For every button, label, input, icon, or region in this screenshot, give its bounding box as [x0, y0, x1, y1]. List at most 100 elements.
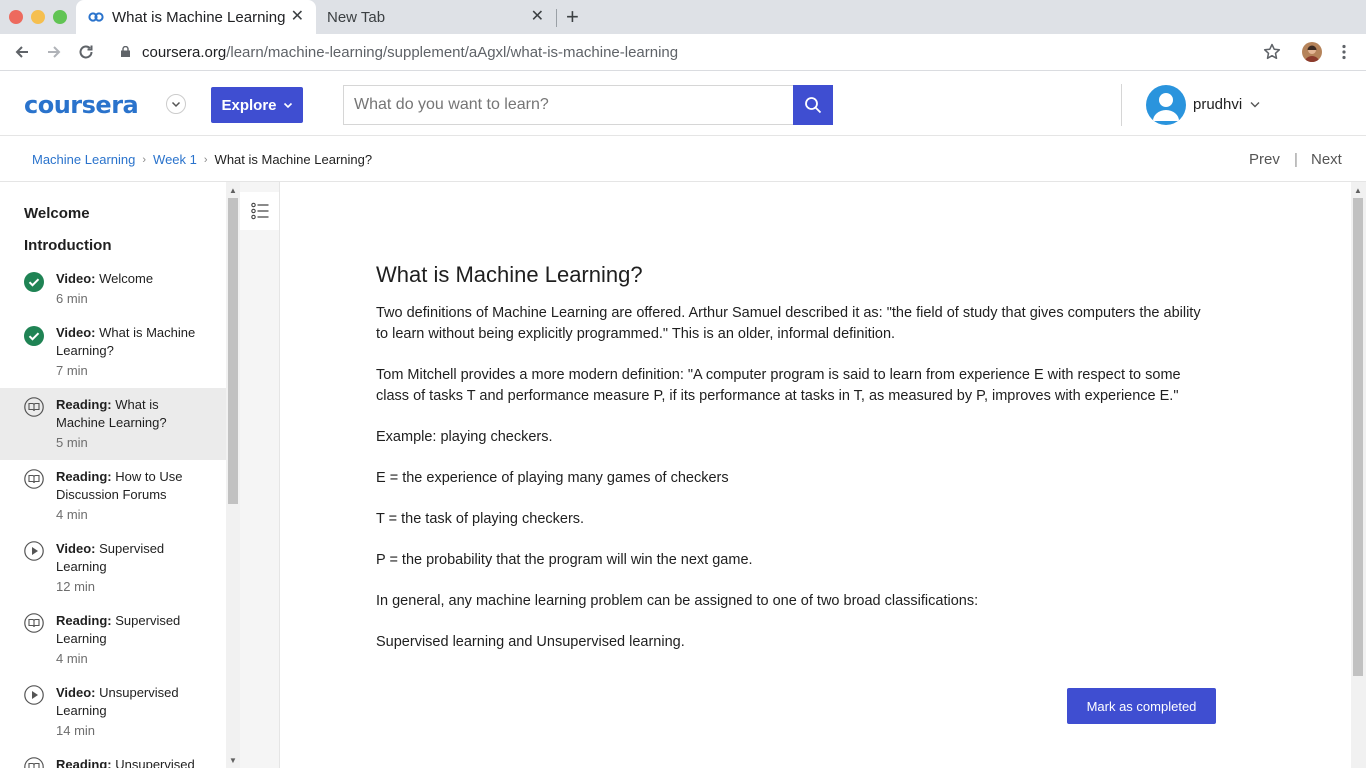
browser-toolbar: coursera.org/learn/machine-learning/supp…	[0, 34, 1366, 71]
lesson-duration: 4 min	[56, 651, 88, 666]
tab-divider	[556, 9, 557, 27]
tab-coursera[interactable]: What is Machine Learning ✕	[76, 0, 316, 34]
book-icon	[24, 613, 44, 633]
tab-new-tab[interactable]: New Tab ✕	[316, 0, 556, 34]
reading-paragraph: T = the task of playing checkers.	[376, 511, 585, 527]
check-circle-icon	[24, 272, 44, 292]
scroll-up-arrow-icon[interactable]: ▲	[229, 186, 237, 195]
tab-title: What is Machine Learning	[112, 8, 286, 26]
list-icon	[250, 202, 268, 220]
close-window-button[interactable]	[9, 10, 23, 24]
user-avatar[interactable]	[1146, 85, 1186, 125]
sidebar-item-video-supervised-learning[interactable]: Video: Supervised Learning 12 min	[0, 532, 226, 604]
lesson-type: Video:	[56, 541, 96, 556]
section-title-welcome[interactable]: Welcome	[24, 205, 90, 222]
url-path: /learn/machine-learning/supplement/aAgxl…	[226, 44, 679, 61]
lesson-type: Reading:	[56, 757, 112, 768]
sidebar-item-video-unsupervised-learning[interactable]: Video: Unsupervised Learning 14 min	[0, 676, 226, 748]
reading-paragraph: Two definitions of Machine Learning are …	[376, 305, 1201, 342]
lesson-type: Reading:	[56, 613, 112, 628]
outline-rail	[240, 182, 280, 768]
sidebar-item-reading-discussion-forums[interactable]: Reading: How to Use Discussion Forums 4 m…	[0, 460, 226, 532]
back-arrow-icon[interactable]	[12, 42, 32, 62]
new-tab-icon[interactable]: +	[566, 6, 579, 28]
book-icon	[24, 397, 44, 417]
coursera-logo[interactable]: coursera	[24, 91, 139, 119]
tab-title: New Tab	[327, 8, 386, 26]
browser-tab-bar: What is Machine Learning ✕ New Tab ✕ +	[0, 0, 1366, 34]
username[interactable]: prudhvi	[1193, 96, 1242, 113]
lesson-duration: 14 min	[56, 723, 96, 738]
lesson-type: Reading:	[56, 469, 112, 484]
scroll-up-arrow-icon[interactable]: ▲	[1354, 186, 1362, 195]
chevron-right-icon: ›	[203, 153, 208, 166]
forward-arrow-icon[interactable]	[44, 42, 64, 62]
lesson-title: Unsupervised	[115, 757, 195, 768]
lesson-text: Video: What is Machine Learning? 7 min	[56, 324, 206, 380]
main-scrollbar[interactable]: ▲	[1351, 182, 1366, 768]
lesson-text: Video: Welcome 6 min	[56, 270, 206, 308]
search-button[interactable]	[793, 85, 833, 125]
lesson-duration: 5 min	[56, 435, 88, 450]
breadcrumb-bar: Machine Learning › Week 1 › What is Mach…	[0, 137, 1366, 182]
lesson-text: Reading: Unsupervised	[56, 756, 206, 768]
reload-icon[interactable]	[76, 42, 96, 62]
close-tab-icon[interactable]: ✕	[291, 9, 304, 25]
book-icon	[24, 757, 44, 768]
chevron-down-icon	[171, 101, 181, 108]
lesson-type: Video:	[56, 685, 96, 700]
reading-paragraph: E = the experience of playing many games…	[376, 470, 729, 486]
section-title-introduction[interactable]: Introduction	[24, 237, 111, 254]
course-sidebar: Welcome Introduction Video: Welcome 6 min…	[0, 182, 226, 768]
bookmark-star-icon[interactable]	[1262, 42, 1282, 62]
book-icon	[24, 469, 44, 489]
sidebar-item-video-what-is-ml[interactable]: Video: What is Machine Learning? 7 min	[0, 316, 226, 386]
lesson-text: Reading: Supervised Learning 4 min	[56, 612, 206, 668]
scroll-down-arrow-icon[interactable]: ▼	[229, 756, 237, 765]
minimize-window-button[interactable]	[31, 10, 45, 24]
play-circle-icon	[24, 685, 44, 705]
check-circle-icon	[24, 326, 44, 346]
lesson-type: Video:	[56, 271, 96, 286]
lesson-type: Video:	[56, 325, 96, 340]
breadcrumb-course[interactable]: Machine Learning	[32, 152, 135, 167]
sidebar-scrollbar[interactable]: ▲ ▼	[226, 182, 240, 768]
lesson-text: Video: Unsupervised Learning 14 min	[56, 684, 206, 740]
sidebar-item-video-welcome[interactable]: Video: Welcome 6 min	[0, 262, 226, 314]
reading-paragraph: Tom Mitchell provides a more modern defi…	[376, 367, 1181, 404]
url-text: coursera.org/learn/machine-learning/supp…	[142, 44, 678, 61]
explore-button[interactable]: Explore	[211, 87, 303, 123]
logo-dropdown-button[interactable]	[166, 94, 186, 114]
coursera-favicon-icon	[88, 12, 104, 22]
lesson-duration: 6 min	[56, 291, 88, 306]
play-circle-icon	[24, 541, 44, 561]
header-divider	[1121, 84, 1122, 126]
prev-link[interactable]: Prev	[1249, 151, 1280, 168]
close-tab-icon[interactable]: ✕	[531, 9, 544, 25]
sidebar-scroll-thumb[interactable]	[228, 198, 238, 504]
chevron-down-icon[interactable]	[1250, 101, 1260, 108]
main-scroll-thumb[interactable]	[1353, 198, 1363, 676]
maximize-window-button[interactable]	[53, 10, 67, 24]
lesson-text: Reading: How to Use Discussion Forums 4 m…	[56, 468, 206, 524]
mark-as-completed-button[interactable]: Mark as completed	[1067, 688, 1216, 724]
profile-avatar[interactable]	[1302, 42, 1322, 62]
sidebar-item-reading-supervised-learning[interactable]: Reading: Supervised Learning 4 min	[0, 604, 226, 676]
sidebar-item-reading-what-is-ml[interactable]: Reading: What is Machine Learning? 5 min	[0, 388, 226, 460]
reading-paragraph: In general, any machine learning problem…	[376, 593, 979, 609]
next-link[interactable]: Next	[1311, 151, 1342, 168]
lock-icon	[121, 46, 130, 57]
sidebar-item-reading-unsupervised[interactable]: Reading: Unsupervised	[0, 748, 226, 768]
reading-title: What is Machine Learning?	[376, 262, 643, 287]
chevron-down-icon	[283, 102, 292, 108]
outline-toggle-button[interactable]	[240, 192, 279, 230]
browser-menu-icon[interactable]	[1334, 42, 1354, 62]
address-bar[interactable]: coursera.org/learn/machine-learning/supp…	[112, 38, 1352, 67]
lesson-duration: 7 min	[56, 363, 88, 378]
search-input[interactable]	[343, 85, 793, 125]
user-icon	[1153, 93, 1179, 121]
lesson-text: Reading: What is Machine Learning? 5 min	[56, 396, 206, 452]
chevron-right-icon: ›	[142, 153, 147, 166]
breadcrumb-week[interactable]: Week 1	[153, 152, 197, 167]
search-icon	[805, 97, 822, 114]
